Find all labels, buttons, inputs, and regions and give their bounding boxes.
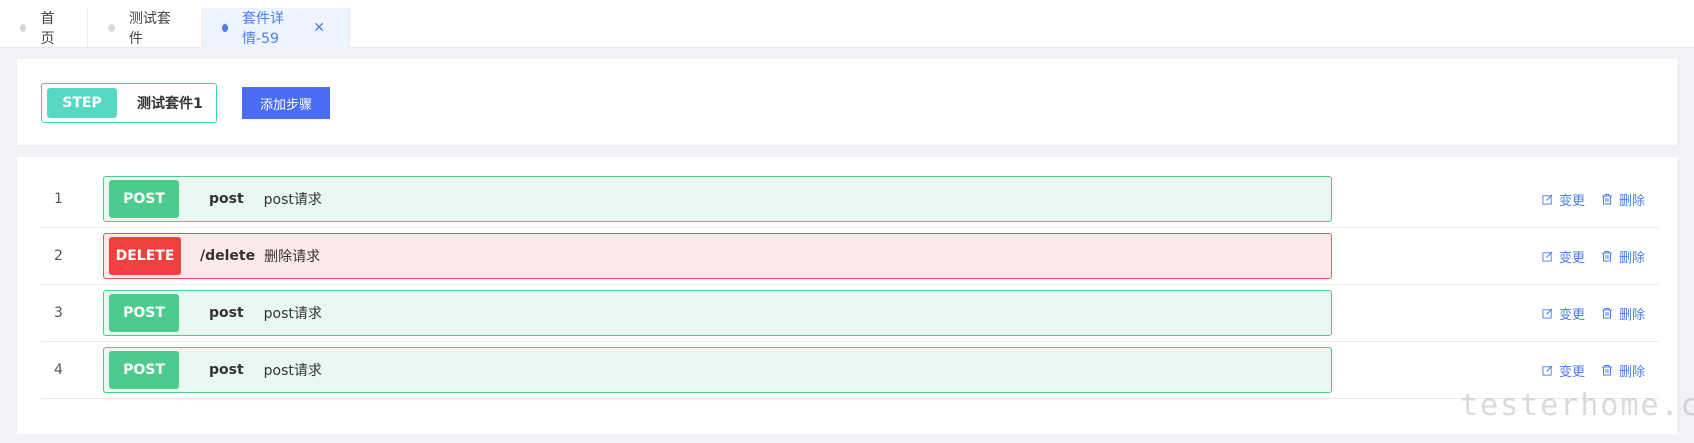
step-badge: STEP 测试套件1 xyxy=(41,83,217,123)
edit-icon xyxy=(1542,194,1553,205)
tab-bar: 首页 测试套件 套件详情-59 ✕ xyxy=(0,0,1694,48)
request-item[interactable]: POST post post请求 xyxy=(103,176,1332,222)
step-tag: STEP xyxy=(47,88,117,118)
tab-label: 测试套件 xyxy=(128,11,171,47)
tab-dot-icon xyxy=(108,24,115,32)
edit-label: 变更 xyxy=(1558,364,1585,380)
delete-button[interactable]: 删除 xyxy=(1601,247,1645,266)
request-desc: post请求 xyxy=(263,363,322,379)
request-item[interactable]: POST post post请求 xyxy=(103,347,1332,393)
delete-button[interactable]: 删除 xyxy=(1601,190,1645,209)
tab-suite-detail[interactable]: 套件详情-59 ✕ xyxy=(202,8,350,48)
request-item[interactable]: DELETE /delete 删除请求 xyxy=(103,233,1332,279)
method-badge: POST xyxy=(109,351,179,389)
request-path: post xyxy=(209,362,244,378)
tab-label: 套件详情-59 xyxy=(242,11,285,47)
step-row: 1 POST post post请求 变更 删除 xyxy=(41,171,1659,228)
edit-button[interactable]: 变更 xyxy=(1542,190,1585,209)
edit-button[interactable]: 变更 xyxy=(1542,361,1585,380)
request-desc: 删除请求 xyxy=(264,249,321,265)
delete-label: 删除 xyxy=(1618,193,1645,209)
row-actions: 变更 删除 xyxy=(1542,285,1645,341)
suite-header-card: STEP 测试套件1 添加步骤 xyxy=(17,59,1677,145)
delete-button[interactable]: 删除 xyxy=(1601,304,1645,323)
tab-dot-icon xyxy=(222,24,229,32)
watermark: testerhome.com xyxy=(1460,388,1694,423)
edit-button[interactable]: 变更 xyxy=(1542,247,1585,266)
trash-icon xyxy=(1601,251,1612,262)
step-index: 2 xyxy=(54,248,63,264)
edit-button[interactable]: 变更 xyxy=(1542,304,1585,323)
edit-label: 变更 xyxy=(1558,307,1585,323)
delete-label: 删除 xyxy=(1618,250,1645,266)
delete-button[interactable]: 删除 xyxy=(1601,361,1645,380)
step-row: 3 POST post post请求 变更 删除 xyxy=(41,285,1659,342)
trash-icon xyxy=(1601,365,1612,376)
request-item[interactable]: POST post post请求 xyxy=(103,290,1332,336)
request-path: post xyxy=(209,191,244,207)
request-path: /delete xyxy=(200,248,256,264)
delete-label: 删除 xyxy=(1618,364,1645,380)
step-list: 1 POST post post请求 变更 删除 2 DELETE /delet… xyxy=(17,157,1677,434)
edit-icon xyxy=(1542,365,1553,376)
edit-icon xyxy=(1542,308,1553,319)
step-row: 4 POST post post请求 变更 删除 xyxy=(41,342,1659,399)
row-actions: 变更 删除 xyxy=(1542,228,1645,284)
trash-icon xyxy=(1601,308,1612,319)
request-desc: post请求 xyxy=(263,306,322,322)
request-path: post xyxy=(209,305,244,321)
step-index: 3 xyxy=(54,305,63,321)
edit-label: 变更 xyxy=(1558,193,1585,209)
tab-test-suites[interactable]: 测试套件 xyxy=(88,8,202,48)
edit-label: 变更 xyxy=(1558,250,1585,266)
edit-icon xyxy=(1542,251,1553,262)
step-index: 4 xyxy=(54,362,63,378)
delete-label: 删除 xyxy=(1618,307,1645,323)
method-badge: DELETE xyxy=(109,237,181,275)
trash-icon xyxy=(1601,194,1612,205)
method-badge: POST xyxy=(109,180,179,218)
add-step-button[interactable]: 添加步骤 xyxy=(242,87,330,119)
tab-label: 首页 xyxy=(40,11,55,47)
tab-dot-icon xyxy=(20,24,27,32)
suite-name: 测试套件1 xyxy=(137,96,203,112)
tab-home[interactable]: 首页 xyxy=(0,8,88,48)
step-index: 1 xyxy=(54,191,63,207)
method-badge: POST xyxy=(109,294,179,332)
step-row: 2 DELETE /delete 删除请求 变更 删除 xyxy=(41,228,1659,285)
row-actions: 变更 删除 xyxy=(1542,171,1645,227)
request-desc: post请求 xyxy=(263,192,322,208)
close-icon[interactable]: ✕ xyxy=(313,20,325,36)
